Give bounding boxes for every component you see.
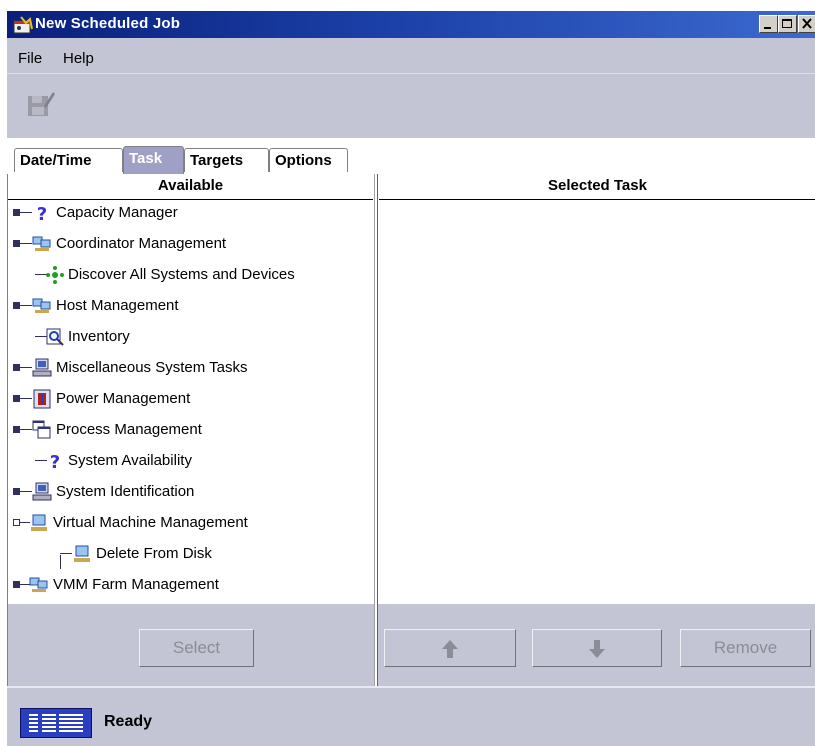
save-disabled-icon [28,92,55,116]
available-task-tree: ? Capacity Manager Coordinator Managemen… [8,199,373,604]
maximize-button[interactable] [778,15,797,33]
tree-node-label: VMM Farm Management [53,576,219,593]
svg-text:?: ? [50,452,60,471]
expand-toggle[interactable] [13,395,20,402]
tree-node-label: Delete From Disk [96,545,212,562]
scheduled-job-window: New Scheduled Job File Help Date/Time Ta… [0,0,815,746]
tree-node-label: Coordinator Management [56,235,227,252]
tree-connector [20,305,32,306]
task-panel: Available Selected Task ? Capacity Manag… [7,174,815,686]
selected-task-header: Selected Task [379,174,815,200]
collapse-toggle[interactable] [13,519,20,526]
windows-icon [32,420,51,439]
close-button[interactable] [798,15,815,33]
tree-node-label: Host Management [56,297,179,314]
system-computer-icon [32,358,52,377]
power-icon [33,389,51,409]
expand-toggle[interactable] [13,302,20,309]
move-up-button[interactable] [384,629,516,667]
close-icon [802,18,812,29]
menu-help[interactable]: Help [63,50,94,67]
select-button[interactable]: Select [139,629,254,667]
move-down-button[interactable] [532,629,662,667]
tree-connector [20,212,32,213]
system-computer-icon [32,482,52,501]
tree-connector [20,491,32,492]
ibm-logo [20,708,92,738]
tree-node-label: Process Management [56,421,202,438]
arrow-down-icon [589,640,605,658]
tree-node-label: Power Management [56,390,191,407]
expand-toggle[interactable] [13,209,20,216]
minimize-icon [764,27,771,29]
minimize-button[interactable] [759,15,778,33]
network-computers-icon [29,577,48,592]
tab-targets[interactable]: Targets [184,148,269,172]
tree-node-label: System Availability [68,452,192,469]
svg-text:?: ? [37,204,47,223]
tree-node-label: System Identification [56,483,195,500]
ibm-logo-mark [29,713,83,733]
maximize-icon [782,19,792,28]
tree-connector [60,553,72,554]
expand-toggle[interactable] [13,426,20,433]
tree-node-label: Virtual Machine Management [53,514,248,531]
virtual-machine-icon [31,514,47,531]
expand-toggle[interactable] [13,581,20,588]
tab-date-time[interactable]: Date/Time [14,148,123,172]
tab-task[interactable]: Task [123,146,184,174]
discover-icon [46,266,64,284]
question-icon: ? [37,204,47,223]
network-computers-icon [32,236,51,251]
tree-node-label: Capacity Manager [56,204,178,221]
tab-strip: Date/Time Task Targets Options [7,138,815,174]
network-computers-icon [32,298,51,313]
status-text: Ready [104,713,153,730]
tree-connector [20,367,32,368]
scheduler-app-icon [13,16,33,34]
tree-connector [20,429,32,430]
menu-file[interactable]: File [18,50,42,67]
status-bar: Ready [7,686,815,746]
save-button[interactable] [24,88,56,120]
tree-connector [20,243,32,244]
question-icon: ? [50,452,60,471]
tree-node-label: Miscellaneous System Tasks [56,359,248,376]
tree-node-label: Inventory [68,328,130,345]
arrow-up-icon [442,640,458,658]
menu-bar: File Help [7,38,815,73]
available-header: Available [8,174,373,200]
expand-toggle[interactable] [13,488,20,495]
window-title: New Scheduled Job [35,15,181,32]
tree-connector [20,398,32,399]
expand-toggle[interactable] [13,364,20,371]
toolbar [7,73,815,139]
available-actions: Select [8,604,374,686]
inventory-magnifier-icon [46,328,64,346]
remove-button[interactable]: Remove [680,629,811,667]
selected-actions: Remove [378,604,815,686]
title-bar[interactable]: New Scheduled Job [7,11,815,38]
tree-node-label: Discover All Systems and Devices [68,266,295,283]
tree-branch-line [60,555,61,569]
tab-options[interactable]: Options [269,148,348,172]
expand-toggle[interactable] [13,240,20,247]
virtual-machine-icon [74,545,90,562]
